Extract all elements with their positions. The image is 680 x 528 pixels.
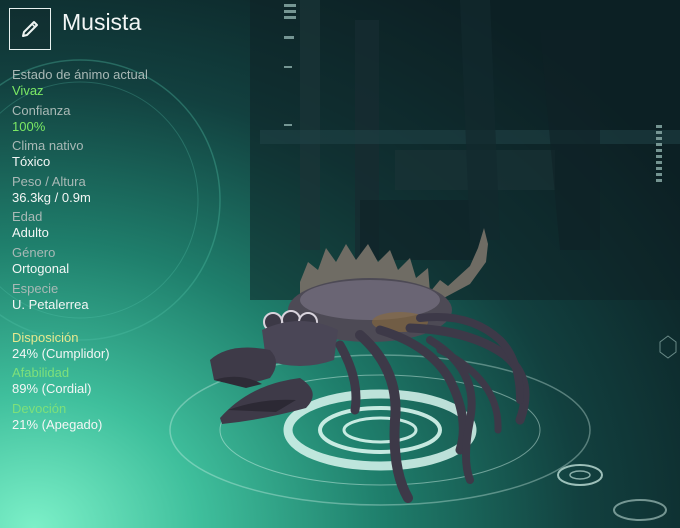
gender-value: Ortogonal: [12, 261, 70, 276]
devotion-label: Devoción: [12, 401, 67, 416]
native-climate-value: Tóxico: [12, 154, 51, 169]
creature-name: Musista: [62, 9, 142, 35]
mood-label: Estado de ánimo actual: [12, 67, 148, 82]
friendliness-label: Afabilidad: [12, 365, 70, 380]
species-label: Especie: [12, 281, 59, 296]
weight-height-label: Peso / Altura: [12, 174, 86, 189]
creature-info-screen: Musista Estado de ánimo actual Vivaz Con…: [0, 0, 680, 528]
native-climate-label: Clima nativo: [12, 138, 84, 153]
weight-height-value: 36.3kg / 0.9m: [12, 190, 91, 205]
gender-label: Género: [12, 245, 56, 260]
rename-button[interactable]: [9, 8, 51, 50]
disposition-label: Disposición: [12, 330, 79, 345]
trust-label: Confianza: [12, 103, 71, 118]
pencil-icon: [22, 21, 38, 37]
trust-value: 100%: [12, 119, 46, 134]
disposition-value: 24% (Cumplidor): [12, 346, 110, 361]
mood-value: Vivaz: [12, 83, 44, 98]
species-value: U. Petalerrea: [12, 297, 89, 312]
age-value: Adulto: [12, 225, 49, 240]
devotion-value: 21% (Apegado): [12, 417, 103, 432]
friendliness-value: 89% (Cordial): [12, 381, 92, 396]
age-label: Edad: [12, 209, 43, 224]
